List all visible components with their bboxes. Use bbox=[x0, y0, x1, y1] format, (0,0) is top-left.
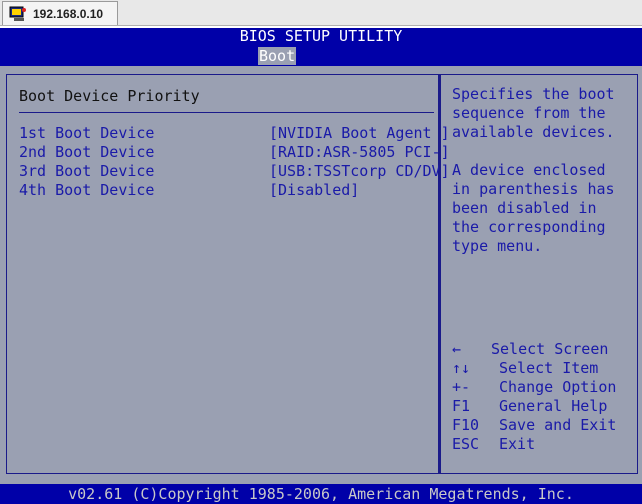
help-panel: Specifies the boot sequence from the ava… bbox=[439, 74, 638, 474]
up-down-arrow-key: ↑↓ bbox=[452, 359, 471, 377]
boot-device-row-4[interactable]: 4th Boot Device [Disabled] bbox=[19, 181, 429, 200]
key-legend-row: ↑↓ Select Item bbox=[452, 359, 632, 378]
help-paragraph: Specifies the boot sequence from the ava… bbox=[452, 85, 615, 141]
section-divider bbox=[19, 112, 434, 113]
key-legend: ← Select Screen ↑↓ Select Item +- Change… bbox=[452, 340, 632, 454]
browser-tab[interactable]: 192.168.0.10 bbox=[2, 1, 118, 25]
boot-device-value[interactable]: [RAID:ASR-5805 PCI-] bbox=[269, 143, 450, 162]
menu-tab-boot[interactable]: Boot bbox=[258, 47, 297, 65]
bios-menu-bar: Boot bbox=[0, 45, 642, 66]
key-description: Select Screen bbox=[491, 340, 609, 358]
bios-screen: BIOS SETUP UTILITY Boot Boot Device Prio… bbox=[0, 26, 642, 504]
help-text: Specifies the boot sequence from the ava… bbox=[452, 85, 632, 256]
key-description: Change Option bbox=[499, 378, 617, 396]
left-arrow-key: ← bbox=[452, 340, 462, 358]
boot-device-list: 1st Boot Device [NVIDIA Boot Agent ] 2nd… bbox=[19, 124, 450, 200]
boot-device-label: 2nd Boot Device bbox=[19, 143, 155, 161]
key-description: Exit bbox=[499, 435, 536, 453]
plus-minus-key: +- bbox=[452, 378, 471, 396]
browser-tab-label: 192.168.0.10 bbox=[33, 6, 104, 21]
f10-key: F10 bbox=[452, 416, 480, 434]
key-description: Save and Exit bbox=[499, 416, 617, 434]
boot-device-label: 4th Boot Device bbox=[19, 181, 155, 199]
boot-device-label: 3rd Boot Device bbox=[19, 162, 155, 180]
key-legend-row: F10 Save and Exit bbox=[452, 416, 632, 435]
key-legend-row: ESC Exit bbox=[452, 435, 632, 454]
boot-device-label: 1st Boot Device bbox=[19, 124, 155, 142]
key-legend-row: F1 General Help bbox=[452, 397, 632, 416]
key-legend-row: ← Select Screen bbox=[452, 340, 632, 359]
key-description: Select Item bbox=[499, 359, 599, 377]
boot-device-row-1[interactable]: 1st Boot Device [NVIDIA Boot Agent ] bbox=[19, 124, 450, 143]
boot-device-row-2[interactable]: 2nd Boot Device [RAID:ASR-5805 PCI-] bbox=[19, 143, 450, 162]
copyright-footer: v02.61 (C)Copyright 1985-2006, American … bbox=[0, 484, 642, 504]
esc-key: ESC bbox=[452, 435, 480, 453]
f1-key: F1 bbox=[452, 397, 471, 415]
key-description: General Help bbox=[499, 397, 608, 415]
boot-device-value[interactable]: [USB:TSSTcorp CD/DV] bbox=[269, 162, 450, 181]
bios-title: BIOS SETUP UTILITY bbox=[0, 26, 642, 45]
browser-tab-strip: 192.168.0.10 bbox=[0, 0, 642, 26]
boot-device-value[interactable]: [NVIDIA Boot Agent ] bbox=[269, 124, 450, 143]
section-title: Boot Device Priority bbox=[19, 87, 200, 105]
boot-device-value[interactable]: [Disabled] bbox=[269, 181, 359, 200]
key-legend-row: +- Change Option bbox=[452, 378, 632, 397]
help-paragraph: A device enclosed in parenthesis has bee… bbox=[452, 161, 615, 255]
boot-device-row-3[interactable]: 3rd Boot Device [USB:TSSTcorp CD/DV] bbox=[19, 162, 450, 181]
kvm-console-icon bbox=[9, 6, 27, 22]
boot-priority-panel: Boot Device Priority 1st Boot Device [NV… bbox=[6, 74, 450, 474]
